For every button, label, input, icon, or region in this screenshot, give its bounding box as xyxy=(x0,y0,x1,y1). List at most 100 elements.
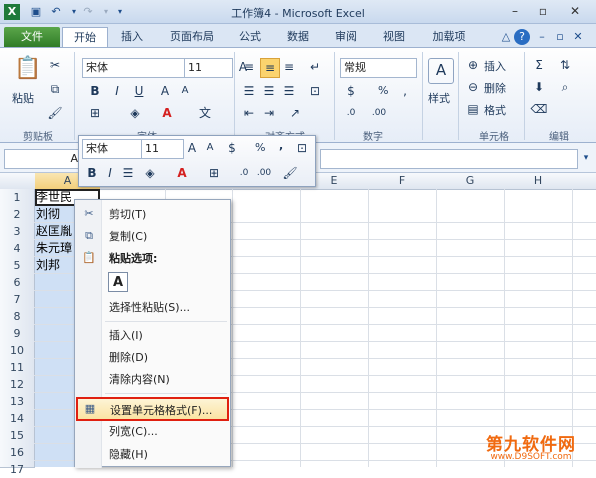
menu-item-insert[interactable]: 插入(I) xyxy=(75,324,232,346)
wrap-text-icon[interactable]: ↵ xyxy=(306,58,324,76)
mini-format-painter-icon[interactable]: 🖌 xyxy=(281,164,299,182)
minimize-icon[interactable]: – xyxy=(502,3,528,20)
clear-icon[interactable]: ⌫ xyxy=(530,100,548,118)
workbook-close-icon[interactable]: ✕ xyxy=(570,29,586,45)
menu-item-paste-special[interactable]: 选择性粘贴(S)... xyxy=(75,296,232,318)
tab-data[interactable]: 数据 xyxy=(278,27,318,48)
tab-home[interactable]: 开始 xyxy=(62,27,108,49)
phonetic-icon[interactable]: 文 xyxy=(196,104,214,122)
insert-cells-icon[interactable]: ⊕ xyxy=(464,56,482,74)
format-cells-icon[interactable]: ▤ xyxy=(464,100,482,118)
mini-fill-color-icon[interactable]: ◈ xyxy=(141,164,159,182)
cell-a5[interactable]: 刘邦 xyxy=(35,257,60,274)
mini-currency-icon[interactable]: $ xyxy=(223,139,241,157)
cell-a4[interactable]: 朱元璋 xyxy=(35,240,72,257)
row-header[interactable]: 1 xyxy=(0,189,35,207)
font-color-icon[interactable]: A xyxy=(158,104,176,122)
styles-label[interactable]: 样式 xyxy=(428,90,450,106)
row-header[interactable]: 11 xyxy=(0,359,35,377)
format-painter-icon[interactable]: 🖌 xyxy=(46,104,64,122)
mini-merge-icon[interactable]: ⊡ xyxy=(293,139,311,157)
row-header[interactable]: 4 xyxy=(0,240,35,258)
tab-insert[interactable]: 插入 xyxy=(112,27,152,48)
paste-icon[interactable]: 📋 xyxy=(14,54,41,84)
grow-font-large-icon[interactable]: A xyxy=(156,82,174,100)
fill-icon[interactable]: ⬇ xyxy=(530,78,548,96)
cut-icon[interactable]: ✂ xyxy=(46,56,64,74)
font-size-box[interactable]: 11 xyxy=(184,58,233,78)
restore-icon[interactable]: ▫ xyxy=(530,3,556,20)
align-left-icon[interactable]: ☰ xyxy=(240,82,258,100)
bold-icon[interactable]: B xyxy=(86,82,104,100)
mini-percent-label[interactable]: % xyxy=(255,141,265,154)
row-header[interactable]: 6 xyxy=(0,274,35,292)
decrease-indent-icon[interactable]: ⇤ xyxy=(240,104,258,122)
decrease-decimal-icon[interactable]: .00 xyxy=(370,104,388,122)
align-top-icon[interactable]: ≡ xyxy=(240,58,258,76)
merge-icon[interactable]: ⊡ xyxy=(306,82,324,100)
mini-increase-decimal-icon[interactable]: .0 xyxy=(235,164,253,182)
row-header[interactable]: 2 xyxy=(0,206,35,224)
mini-font-size[interactable]: 11 xyxy=(141,139,184,159)
expand-formula-icon[interactable]: ▾ xyxy=(578,150,594,166)
insert-cells-label[interactable]: 插入 xyxy=(484,58,506,74)
border-icon[interactable]: ⊞ xyxy=(86,104,104,122)
mini-bold-icon[interactable]: B xyxy=(83,164,101,182)
formula-input[interactable] xyxy=(320,149,578,169)
format-cells-label[interactable]: 格式 xyxy=(484,102,506,118)
find-select-icon[interactable]: ⌕ xyxy=(556,78,574,96)
mini-font-color-icon[interactable]: A xyxy=(173,164,191,182)
mini-border-icon[interactable]: ⊞ xyxy=(205,164,223,182)
paste-label[interactable]: 粘贴 xyxy=(12,90,34,106)
mini-grow-font-icon[interactable]: A xyxy=(183,139,201,157)
workbook-minimize-icon[interactable]: – xyxy=(534,29,550,45)
menu-item-cut[interactable]: ✂ 剪切(T) xyxy=(75,203,232,225)
paste-option-values-icon[interactable]: A xyxy=(108,272,128,292)
row-header[interactable]: 10 xyxy=(0,342,35,360)
tab-file[interactable]: 文件 xyxy=(4,27,60,48)
tab-view[interactable]: 视图 xyxy=(374,27,414,48)
menu-item-delete[interactable]: 删除(D) xyxy=(75,346,232,368)
autosum-icon[interactable]: Σ xyxy=(530,56,548,74)
col-header-g[interactable]: G xyxy=(436,173,505,190)
copy-icon[interactable]: ⧉ xyxy=(46,80,64,98)
row-header[interactable]: 5 xyxy=(0,257,35,275)
orientation-icon[interactable]: ↗ xyxy=(286,104,304,122)
align-center-icon[interactable]: ☰ xyxy=(260,82,278,100)
fill-color-icon[interactable]: ◈ xyxy=(126,104,144,122)
row-header[interactable]: 13 xyxy=(0,393,35,411)
mini-italic-icon[interactable]: I xyxy=(101,164,119,182)
menu-item-format-cells[interactable]: ▦ 设置单元格格式(F)... xyxy=(76,397,229,421)
align-middle-icon[interactable]: ≡ xyxy=(260,58,280,78)
row-header[interactable]: 15 xyxy=(0,427,35,445)
sort-filter-icon[interactable]: ⇅ xyxy=(556,56,574,74)
mini-shrink-font-icon[interactable]: A xyxy=(201,139,219,157)
menu-item-hide[interactable]: 隐藏(H) xyxy=(75,443,232,465)
workbook-restore-icon[interactable]: ▫ xyxy=(552,29,568,45)
shrink-font-icon[interactable]: A xyxy=(176,82,194,100)
row-header[interactable]: 7 xyxy=(0,291,35,309)
help-icon[interactable]: ? xyxy=(514,29,530,45)
underline-icon[interactable]: U xyxy=(130,82,148,100)
mini-font-name[interactable]: 宋体 xyxy=(82,139,143,159)
delete-cells-label[interactable]: 删除 xyxy=(484,80,506,96)
menu-item-clear[interactable]: 清除内容(N) xyxy=(75,368,232,390)
row-header[interactable]: 14 xyxy=(0,410,35,428)
row-header[interactable]: 9 xyxy=(0,325,35,343)
row-header[interactable]: 8 xyxy=(0,308,35,326)
row-header[interactable]: 16 xyxy=(0,444,35,462)
tab-review[interactable]: 审阅 xyxy=(326,27,366,48)
col-header-f[interactable]: F xyxy=(368,173,437,190)
cell-a1[interactable]: 李世民 xyxy=(35,189,72,206)
tab-page-layout[interactable]: 页面布局 xyxy=(160,27,224,48)
tab-formulas[interactable]: 公式 xyxy=(230,27,270,48)
increase-indent-icon[interactable]: ⇥ xyxy=(260,104,278,122)
currency-icon[interactable]: $ xyxy=(342,82,360,100)
row-header[interactable]: 12 xyxy=(0,376,35,394)
mini-comma-label[interactable]: , xyxy=(279,139,283,152)
col-header-h[interactable]: H xyxy=(504,173,573,190)
cell-a3[interactable]: 赵匡胤 xyxy=(35,223,72,240)
font-name-box[interactable]: 宋体 xyxy=(82,58,185,78)
menu-item-copy[interactable]: ⧉ 复制(C) xyxy=(75,225,232,247)
mini-decrease-decimal-icon[interactable]: .00 xyxy=(255,164,273,182)
